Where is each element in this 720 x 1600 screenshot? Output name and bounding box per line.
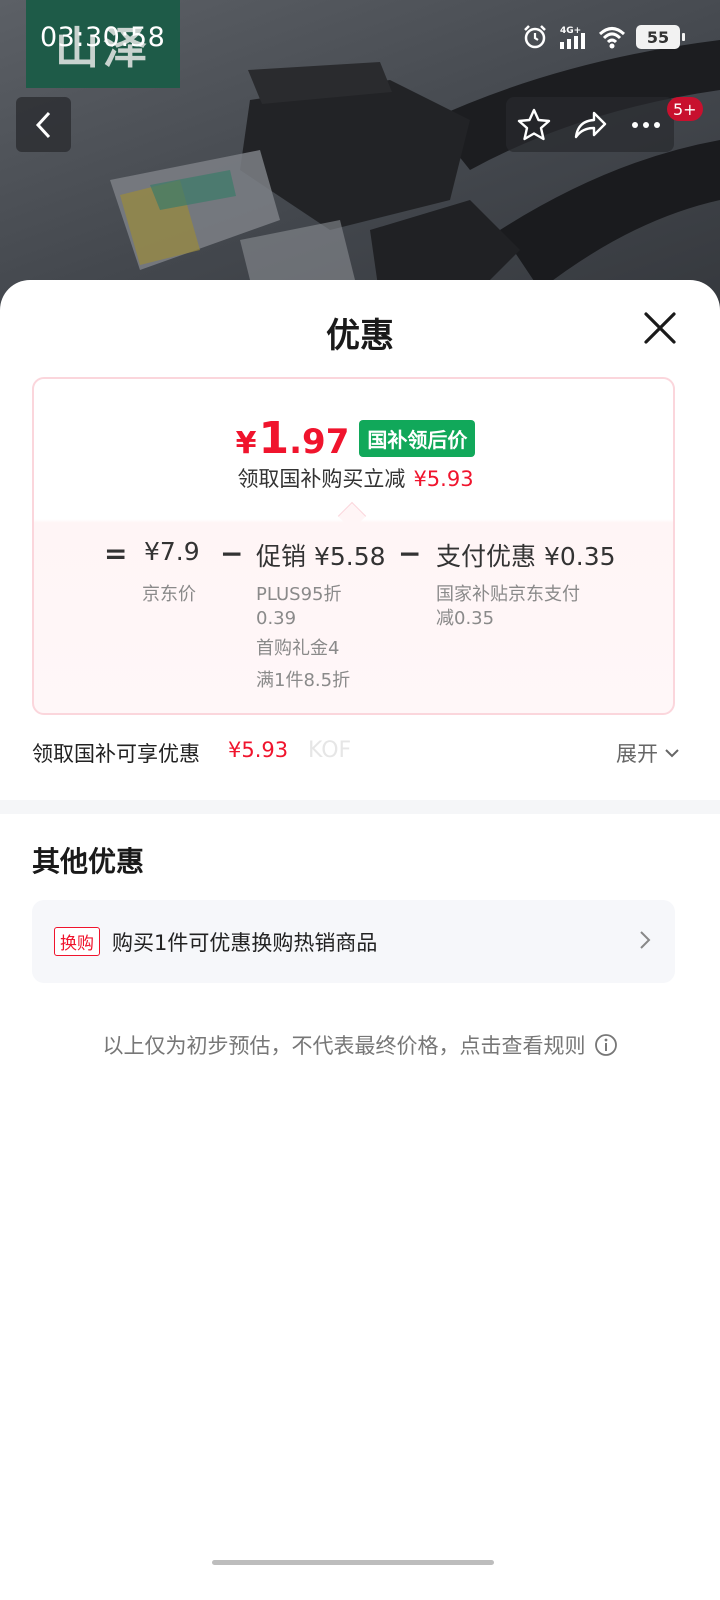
product-image-backdrop: 山泽 03:30:58 4G+ 55 5+ [0, 0, 720, 320]
discount-sheet: 优惠 ¥ 1 .97 国补领后价 领取国补购买立减 ¥5.93 = ¥7.9 京东… [0, 280, 720, 1600]
card-pointer [337, 501, 367, 531]
info-icon[interactable] [594, 1033, 618, 1057]
saving-label: 领取国补购买立减 [237, 467, 406, 491]
expand-label: 展开 [616, 742, 658, 766]
other-offers-title: 其他优惠 [32, 845, 145, 878]
payment-note: 减0.35 [436, 608, 495, 629]
promo-amount: 促销 ¥5.58 [256, 542, 386, 571]
status-time: 03:30:58 [40, 22, 166, 53]
price-breakdown: = ¥7.9 京东价 − 促销 ¥5.58 PLUS95折 0.39 首购礼金4… [34, 537, 673, 707]
expand-button[interactable]: 展开 [616, 738, 680, 768]
status-icons: 4G+ 55 [522, 24, 685, 50]
subsidy-price-tag: 国补领后价 [359, 420, 476, 457]
home-indicator[interactable] [212, 1560, 494, 1565]
list-item[interactable]: 换购 购买1件可优惠换购热销商品 [32, 900, 675, 983]
jd-price: ¥7.9 [144, 537, 200, 566]
more-menu-icon[interactable] [628, 107, 664, 143]
final-price-row: ¥ 1 .97 国补领后价 [34, 413, 673, 464]
back-button[interactable] [16, 97, 71, 152]
minus-sign: − [398, 537, 422, 570]
equals-sign: = [104, 537, 128, 570]
jd-price-label: 京东价 [142, 584, 196, 605]
saving-line: 领取国补购买立减 ¥5.93 [34, 463, 673, 493]
gov-subsidy-label: 领取国补可享优惠 [32, 742, 200, 766]
payment-note: 国家补贴京东支付 [436, 584, 580, 605]
promo-note: 0.39 [256, 608, 297, 629]
notification-badge: 5+ [667, 97, 703, 121]
top-action-bar [506, 97, 674, 152]
final-price-decimal: .97 [289, 422, 350, 462]
chevron-down-icon [665, 749, 679, 758]
sheet-title: 优惠 [326, 316, 394, 356]
final-price: ¥ 1 .97 [236, 413, 350, 464]
saving-amount: ¥5.93 [413, 467, 474, 491]
price-disclaimer[interactable]: 以上仅为初步预估，不代表最终价格，点击查看规则 [0, 1030, 720, 1060]
gov-subsidy-amount: ¥5.93 [228, 738, 289, 762]
offer-text: 购买1件可优惠换购热销商品 [112, 930, 378, 955]
promo-note: 首购礼金4 [256, 638, 340, 659]
chevron-left-icon [35, 111, 50, 138]
minus-sign: − [220, 537, 244, 570]
cellular-signal-icon: 4G+ [560, 26, 585, 49]
trade-in-tag: 换购 [54, 927, 100, 956]
gov-subsidy-row[interactable]: 领取国补可享优惠 ¥5.93 KOF 展开 [32, 738, 680, 768]
watermark: KOF [308, 738, 352, 763]
network-type-label: 4G+ [560, 26, 581, 36]
payment-discount: 支付优惠 ¥0.35 [436, 542, 616, 571]
price-summary-card: ¥ 1 .97 国补领后价 领取国补购买立减 ¥5.93 = ¥7.9 京东价 −… [32, 377, 675, 715]
wifi-icon [598, 27, 626, 49]
currency-symbol: ¥ [235, 426, 257, 461]
favorite-star-icon[interactable] [516, 107, 552, 143]
share-icon[interactable] [572, 107, 608, 143]
close-icon[interactable] [640, 308, 680, 348]
promo-note: 满1件8.5折 [256, 670, 351, 691]
chevron-right-icon [640, 931, 651, 949]
section-divider [0, 800, 720, 814]
battery-indicator: 55 [636, 25, 685, 49]
final-price-integer: 1 [258, 413, 290, 464]
disclaimer-text: 以上仅为初步预估，不代表最终价格，点击查看规则 [102, 1034, 586, 1058]
alarm-icon [524, 25, 546, 49]
promo-note: PLUS95折 [256, 584, 342, 605]
